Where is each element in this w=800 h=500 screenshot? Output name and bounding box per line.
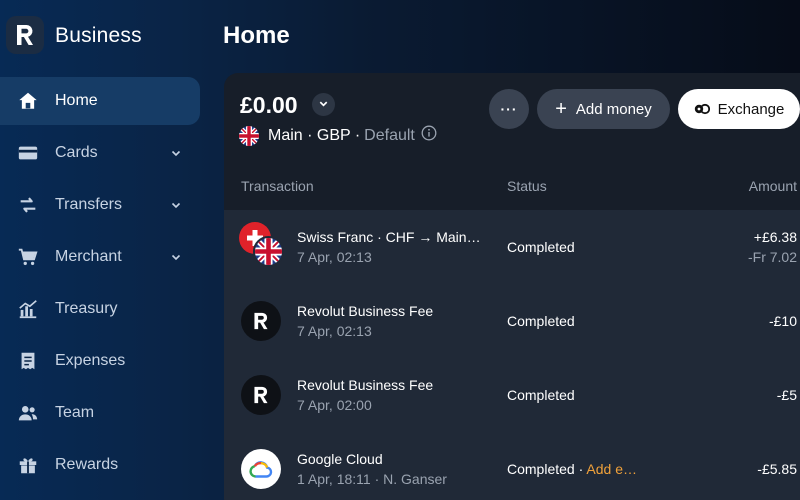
home-icon [16, 89, 40, 113]
uk-flag-icon [253, 236, 284, 267]
plus-icon: + [555, 98, 567, 120]
status-text: Completed · [507, 461, 584, 477]
account-name: Main · GBP · [268, 126, 361, 144]
chevron-down-icon[interactable] [170, 198, 182, 216]
sidebar-item-team[interactable]: Team [0, 389, 200, 437]
transaction-date: 7 Apr, 02:13 [297, 323, 372, 339]
card-icon [16, 141, 40, 165]
transaction-status: Completed [507, 239, 575, 255]
exchange-icon [694, 103, 710, 115]
gift-icon [16, 453, 40, 477]
sidebar-item-cards[interactable]: Cards [0, 129, 200, 177]
transaction-amount: -£10 [768, 313, 797, 329]
revolut-logo-icon [241, 375, 281, 415]
revolut-logo-icon [241, 301, 281, 341]
transaction-status: Completed · Add e… [507, 461, 637, 477]
chevron-down-icon[interactable] [170, 146, 182, 164]
chart-bars-icon [16, 297, 40, 321]
people-icon [16, 401, 40, 425]
transaction-date: 1 Apr, 18:11 · N. Ganser [297, 471, 447, 487]
sidebar-item-label: Rewards [55, 456, 119, 473]
sidebar-item-rewards[interactable]: Rewards [0, 441, 200, 489]
add-expense-link[interactable]: Add e… [586, 461, 637, 477]
sidebar-item-merchant[interactable]: Merchant [0, 233, 200, 281]
sidebar-item-label: Transfers [55, 196, 122, 213]
column-header-status: Status [507, 178, 547, 194]
page-title: Home [223, 22, 290, 49]
sidebar-item-label: Treasury [55, 300, 118, 317]
transaction-name: Swiss Franc · CHF → Main · GBP [297, 229, 483, 245]
transfer-arrows-icon [16, 193, 40, 217]
google-cloud-logo-icon [241, 449, 281, 489]
transaction-status: Completed [507, 313, 575, 329]
sidebar-item-label: Merchant [55, 248, 122, 265]
transaction-name: Revolut Business Fee [297, 377, 434, 393]
sidebar-item-label: Home [55, 92, 98, 109]
sidebar-item-home[interactable]: Home [0, 77, 200, 125]
transaction-amount: +£6.38 [753, 229, 797, 245]
chevron-down-icon[interactable] [170, 250, 182, 268]
transaction-date: 7 Apr, 02:13 [297, 249, 372, 265]
receipt-icon [16, 349, 40, 373]
sidebar-item-expenses[interactable]: Expenses [0, 337, 200, 385]
sidebar-nav: Home Cards Transfers Merchant Treasury E… [0, 77, 200, 493]
info-icon[interactable] [421, 125, 437, 146]
transaction-amount: -£5 [776, 387, 797, 403]
uk-flag-icon [239, 125, 259, 146]
account-balance[interactable]: £0.00 [240, 92, 298, 119]
app-logo[interactable] [6, 16, 44, 54]
sidebar-item-transfers[interactable]: Transfers [0, 181, 200, 229]
column-header-transaction: Transaction [241, 178, 314, 194]
transaction-amount: -£5.85 [757, 461, 797, 477]
chevron-down-icon [318, 96, 329, 114]
table-row[interactable]: Revolut Business Fee 7 Apr, 02:13 Comple… [224, 284, 800, 358]
revolut-r-icon [17, 25, 33, 45]
table-row[interactable]: Swiss Franc · CHF → Main · GBP 7 Apr, 02… [224, 210, 800, 284]
account-switcher-button[interactable] [312, 93, 335, 116]
sidebar-item-treasury[interactable]: Treasury [0, 285, 200, 333]
account-card: £0.00 Main · GBP · Default ··· + Add mon… [224, 73, 800, 500]
sidebar-item-label: Team [55, 404, 95, 421]
default-label: Default [364, 126, 415, 144]
add-money-label: Add money [575, 100, 652, 118]
transaction-name: Google Cloud [297, 451, 383, 467]
transaction-status: Completed [507, 387, 575, 403]
exchange-label: Exchange [717, 100, 785, 118]
transaction-date: 7 Apr, 02:00 [297, 397, 372, 413]
column-header-amount: Amount [748, 178, 797, 194]
brand-name: Business [55, 24, 142, 47]
transaction-name: Revolut Business Fee [297, 303, 434, 319]
more-actions-button[interactable]: ··· [489, 89, 529, 129]
more-dots-icon: ··· [500, 101, 518, 117]
account-info: Main · GBP · Default [239, 125, 437, 146]
cart-icon [16, 245, 40, 269]
table-row[interactable]: Revolut Business Fee 7 Apr, 02:00 Comple… [224, 358, 800, 432]
table-row[interactable]: Google Cloud 1 Apr, 18:11 · N. Ganser Co… [224, 432, 800, 500]
add-money-button[interactable]: + Add money [537, 89, 670, 129]
exchange-button[interactable]: Exchange [678, 89, 800, 129]
sidebar-item-label: Cards [55, 144, 98, 161]
transaction-amount-secondary: -Fr 7.02 [747, 249, 797, 265]
sidebar-item-label: Expenses [55, 352, 126, 369]
